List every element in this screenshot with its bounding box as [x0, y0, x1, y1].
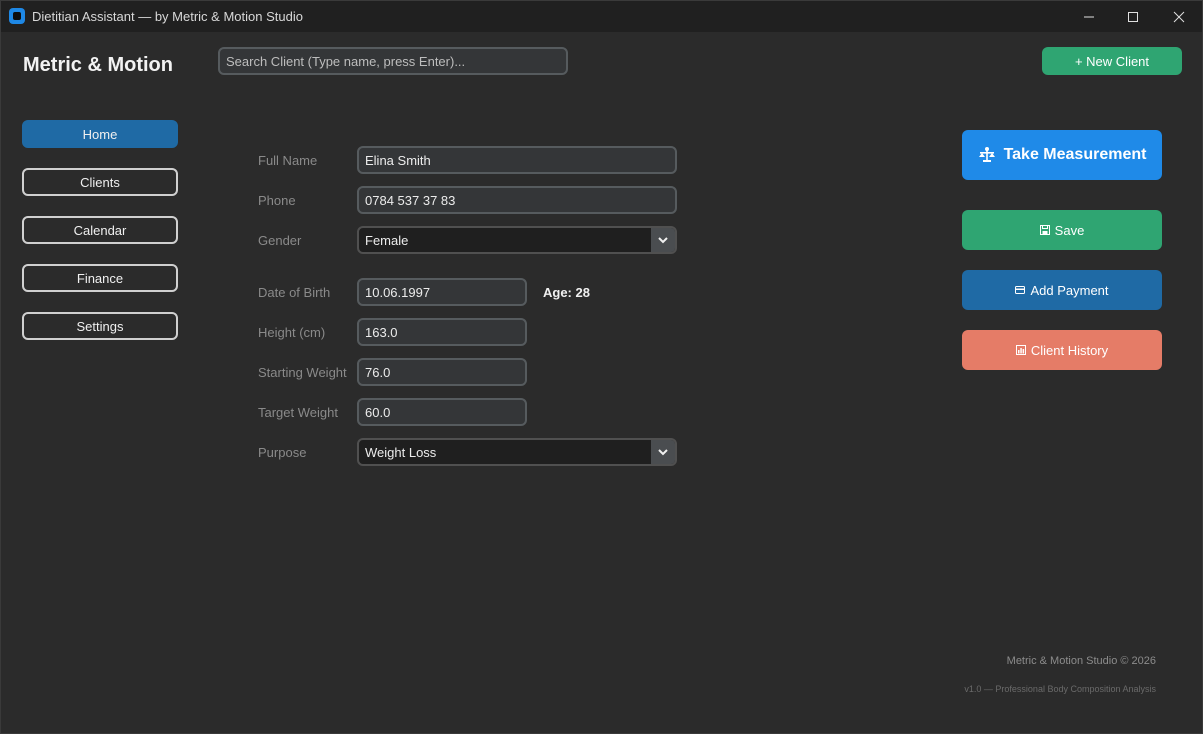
phone-field[interactable]	[357, 186, 677, 214]
save-label: Save	[1054, 222, 1085, 238]
sidebar-item-clients[interactable]: Clients	[22, 168, 178, 196]
sidebar-item-home[interactable]: Home	[22, 120, 178, 148]
target-weight-label: Target Weight	[258, 405, 338, 420]
starting-weight-label: Starting Weight	[258, 365, 347, 380]
dob-label: Date of Birth	[258, 285, 331, 300]
starting-weight-field[interactable]	[357, 358, 527, 386]
chevron-down-icon[interactable]	[651, 440, 675, 464]
scale-icon	[978, 147, 995, 162]
floppy-disk-icon	[1039, 225, 1050, 235]
minimize-icon	[1084, 16, 1094, 17]
brand-title: Metric & Motion	[23, 54, 173, 76]
gender-label: Gender	[258, 233, 302, 248]
gender-select-value: Female	[365, 232, 409, 248]
sidebar-item-settings[interactable]: Settings	[22, 312, 178, 340]
maximize-button[interactable]	[1110, 1, 1156, 32]
sidebar-item-calendar[interactable]: Calendar	[22, 216, 178, 244]
purpose-select-value: Weight Loss	[365, 444, 437, 460]
app-window: Dietitian Assistant — by Metric & Motion…	[0, 0, 1203, 734]
add-payment-button[interactable]: Add Payment	[962, 270, 1162, 310]
chevron-down-icon[interactable]	[651, 228, 675, 252]
take-measurement-button[interactable]: Take Measurement	[962, 130, 1162, 180]
close-button[interactable]	[1156, 1, 1202, 32]
purpose-select[interactable]: Weight Loss	[357, 438, 677, 466]
height-label: Height (cm)	[258, 325, 326, 340]
title-bar: Dietitian Assistant — by Metric & Motion…	[1, 1, 1202, 32]
search-input[interactable]	[218, 47, 568, 75]
take-measurement-label: Take Measurement	[1003, 146, 1147, 163]
app-icon	[9, 8, 25, 24]
bar-chart-icon	[1015, 345, 1026, 355]
minimize-button[interactable]	[1066, 1, 1112, 32]
new-client-button[interactable]: + New Client	[1042, 47, 1182, 75]
dob-field[interactable]	[357, 278, 527, 306]
purpose-label: Purpose	[258, 445, 307, 460]
age-label: Age: 28	[543, 285, 590, 300]
close-icon	[1173, 11, 1185, 22]
full-name-field[interactable]	[357, 146, 677, 174]
full-name-label: Full Name	[258, 153, 318, 168]
sidebar-item-finance[interactable]: Finance	[22, 264, 178, 292]
footer-version: v1.0 — Professional Body Composition Ana…	[964, 684, 1156, 694]
gender-select[interactable]: Female	[357, 226, 677, 254]
window-title: Dietitian Assistant — by Metric & Motion…	[32, 9, 303, 24]
save-button[interactable]: Save	[962, 210, 1162, 250]
maximize-icon	[1128, 11, 1138, 22]
height-field[interactable]	[357, 318, 527, 346]
footer-copyright: Metric & Motion Studio © 2026	[1006, 655, 1156, 667]
credit-card-icon	[1015, 286, 1026, 294]
client-history-label: Client History	[1030, 342, 1109, 358]
target-weight-field[interactable]	[357, 398, 527, 426]
client-history-button[interactable]: Client History	[962, 330, 1162, 370]
phone-label: Phone	[258, 193, 296, 208]
add-payment-label: Add Payment	[1030, 282, 1109, 298]
